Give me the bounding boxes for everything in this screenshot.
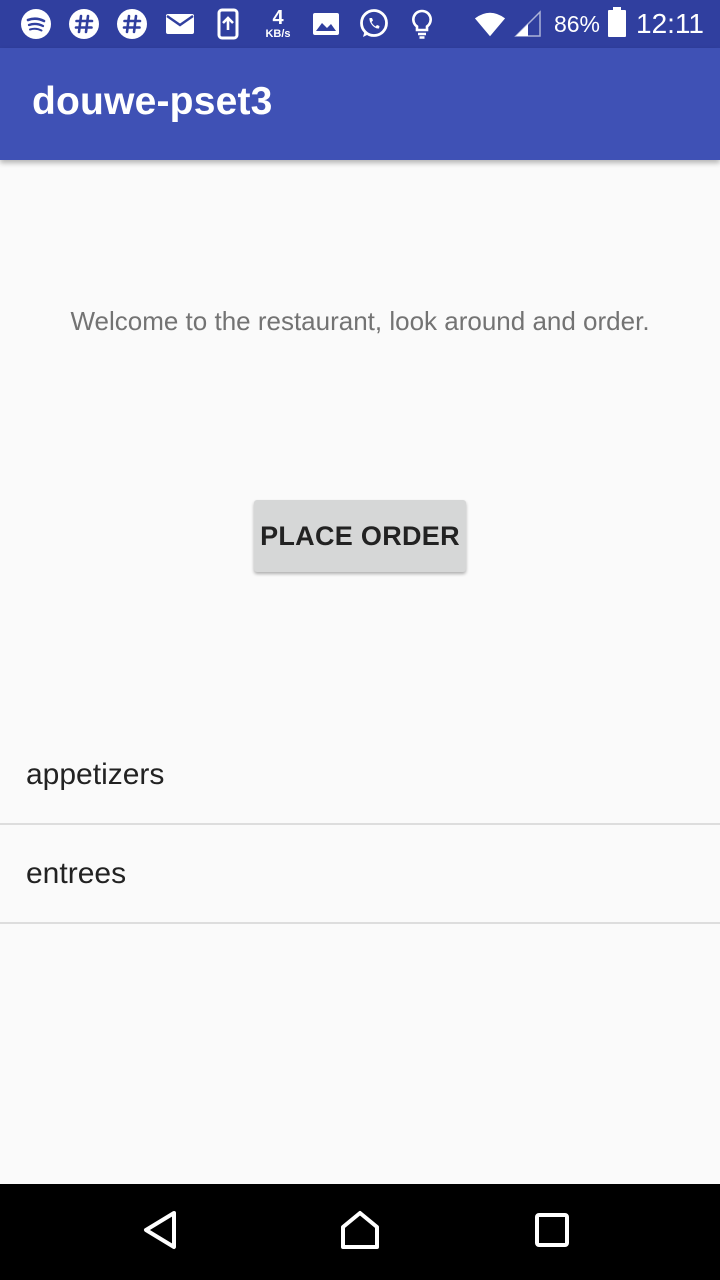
whatsapp-icon — [358, 8, 390, 40]
place-order-button[interactable]: PLACE ORDER — [254, 500, 466, 572]
category-item-entrees[interactable]: entrees — [0, 825, 720, 924]
spotify-icon — [20, 8, 52, 40]
app-title: douwe-pset3 — [32, 80, 273, 123]
recents-button[interactable] — [528, 1208, 576, 1256]
category-label: entrees — [26, 856, 127, 890]
navigation-bar — [0, 1184, 720, 1280]
network-speed-unit: KB/s — [265, 28, 291, 40]
upload-icon — [212, 8, 244, 40]
image-icon — [310, 8, 342, 40]
battery-percent: 86% — [553, 10, 600, 37]
network-speed: 4 KB/s — [260, 8, 296, 40]
mail-icon — [164, 8, 196, 40]
back-button[interactable] — [136, 1208, 184, 1256]
welcome-message: Welcome to the restaurant, look around a… — [70, 306, 650, 336]
app-bar: douwe-pset3 — [0, 48, 720, 160]
hashtag-icon — [116, 8, 148, 40]
wifi-icon — [474, 8, 506, 40]
battery-icon — [608, 6, 626, 42]
status-bar: 4 KB/s 86% 12:11 — [0, 0, 720, 48]
category-label: appetizers — [26, 757, 165, 791]
home-icon — [339, 1209, 381, 1256]
signal-icon — [512, 8, 544, 40]
category-item-appetizers[interactable]: appetizers — [0, 726, 720, 825]
network-speed-value: 4 — [272, 7, 284, 29]
notification-icons: 4 KB/s — [20, 6, 454, 42]
back-icon — [140, 1210, 180, 1255]
clock: 12:11 — [636, 8, 704, 39]
system-status: 86% 12:11 — [474, 0, 704, 48]
home-button[interactable] — [336, 1208, 384, 1256]
category-list: appetizers entrees — [0, 726, 720, 924]
hashtag-icon — [68, 8, 100, 40]
lightbulb-icon — [406, 8, 438, 40]
recents-icon — [534, 1212, 570, 1253]
